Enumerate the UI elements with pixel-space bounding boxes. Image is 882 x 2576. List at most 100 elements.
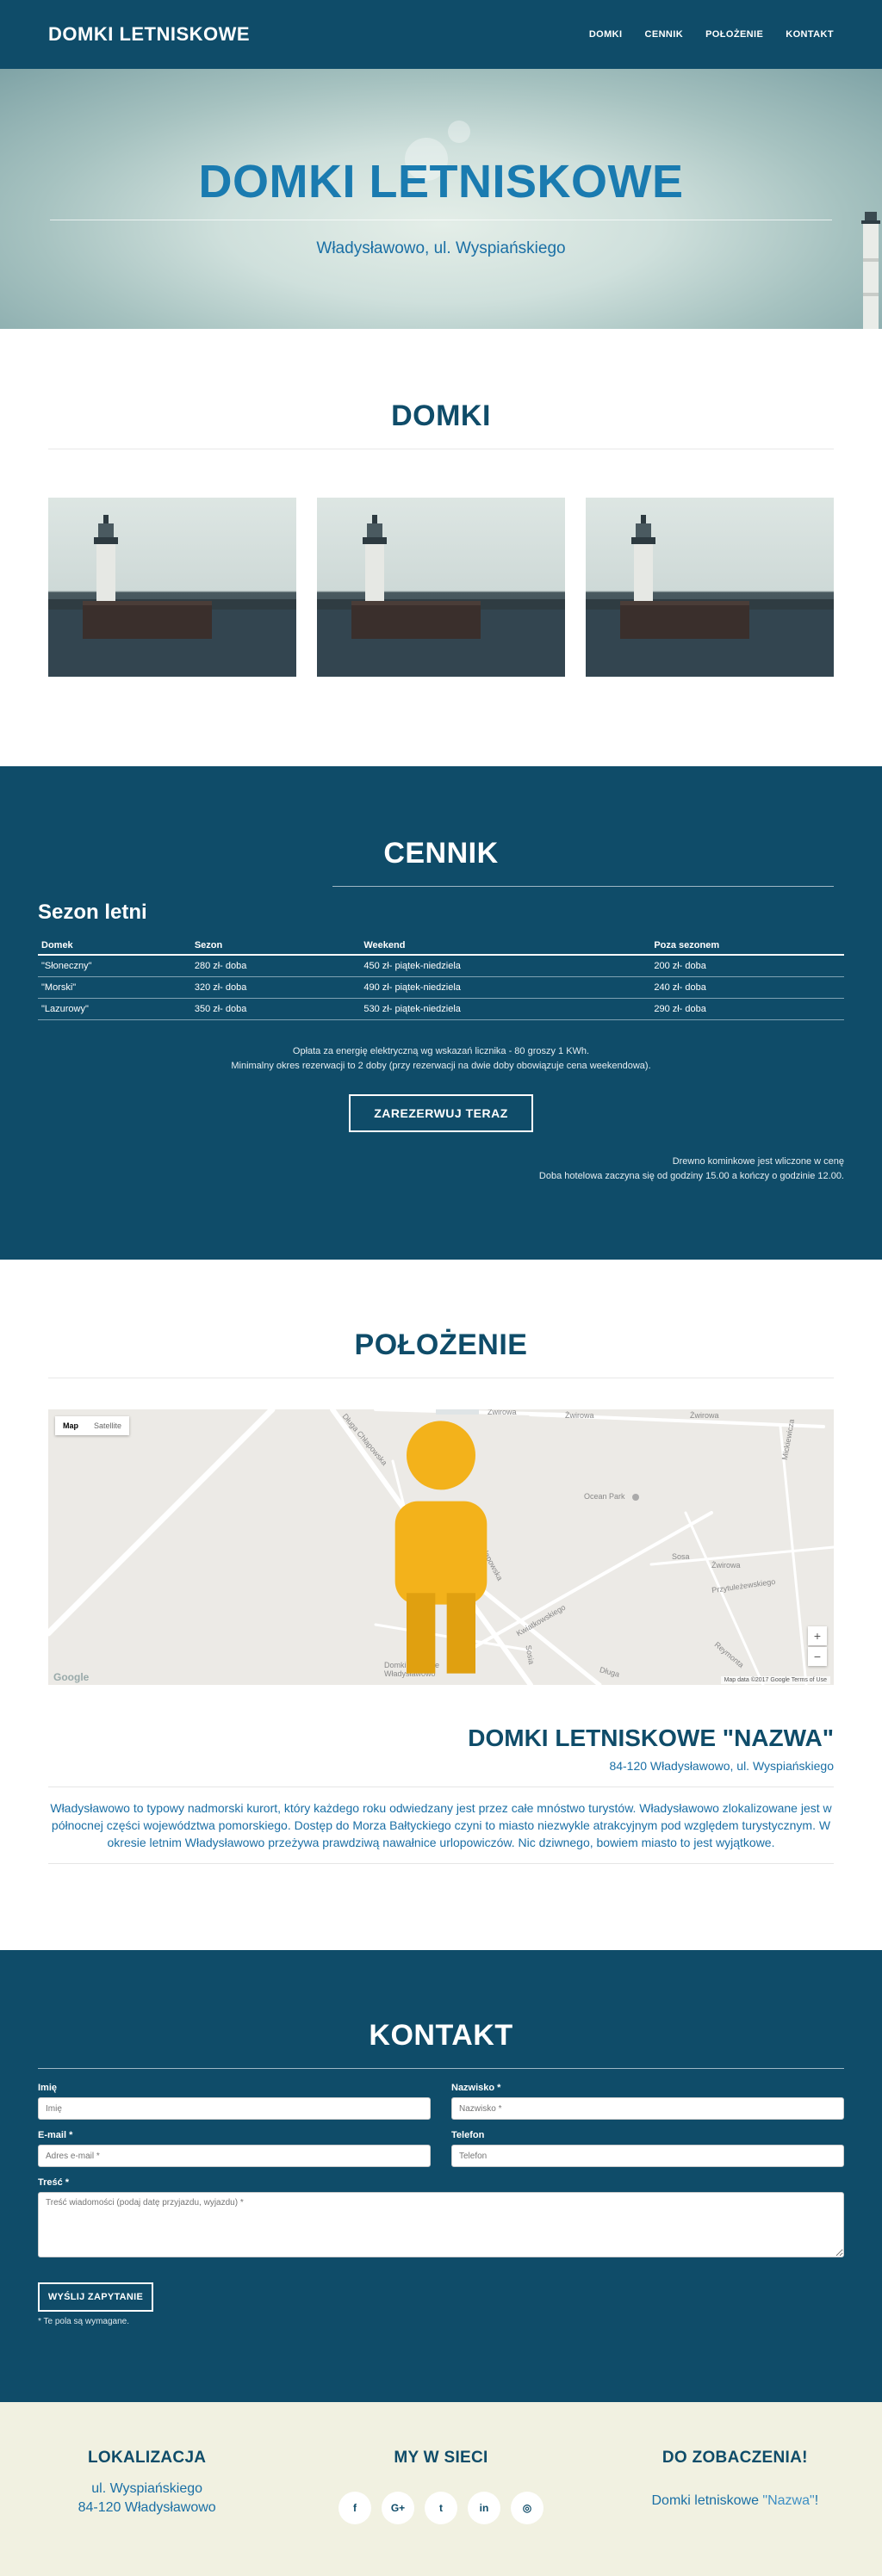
contact-form: Imię Nazwisko * E-mail * Telefon — [38, 2083, 844, 2177]
table-cell: "Słoneczny" — [38, 955, 191, 977]
column-header: Weekend — [360, 937, 651, 956]
cottage-photo-1[interactable] — [48, 498, 296, 677]
email-group: E-mail * — [38, 2130, 431, 2167]
first-name-field[interactable] — [38, 2097, 431, 2120]
extra-notes: Drewno kominkowe jest wliczone w cenę Do… — [38, 1155, 844, 1184]
main-nav: DOMKI CENNIK POŁOŻENIE KONTAKT — [589, 29, 834, 40]
facebook-icon[interactable]: f — [338, 2492, 371, 2524]
send-inquiry-button[interactable]: WYŚLIJ ZAPYTANIE — [38, 2282, 153, 2312]
photo-gallery — [48, 498, 834, 677]
footer-address: ul. Wyspiańskiego 84-120 Władysławowo — [0, 2480, 294, 2517]
table-cell: 490 zł- piątek-niedziela — [360, 976, 651, 999]
section-title-kontakt: KONTAKT — [369, 2019, 513, 2052]
table-cell: 350 zł- doba — [190, 998, 361, 1020]
footer-goodbye-text: Domki letniskowe "Nazwa"! — [588, 2493, 882, 2509]
poi-title: DOMKI LETNISKOWE "NAZWA" — [468, 1725, 834, 1751]
brand-logo[interactable]: DOMKI LETNISKOWE — [48, 23, 250, 46]
price-notes: Opłata za energię elektryczną wg wskazań… — [38, 1044, 844, 1074]
table-cell: 200 zł- doba — [650, 955, 844, 977]
address-line: ul. Wyspiańskiego — [91, 2481, 203, 2496]
section-cennik: CENNIK Sezon letni Domek Sezon Weekend P… — [0, 766, 882, 1260]
section-title-cennik: CENNIK — [383, 837, 499, 870]
google-logo: Google — [53, 1671, 90, 1683]
message-field[interactable] — [38, 2192, 844, 2257]
note-line: Opłata za energię elektryczną wg wskazań… — [292, 1046, 590, 1056]
lighthouse-image — [586, 515, 834, 677]
table-cell: 280 zł- doba — [190, 955, 361, 977]
lighthouse-image — [861, 212, 880, 329]
navbar: DOMKI LETNISKOWE DOMKI CENNIK POŁOŻENIE … — [0, 0, 882, 69]
last-name-label: Nazwisko * — [451, 2083, 501, 2093]
footer-location-title: LOKALIZACJA — [87, 2449, 207, 2467]
table-row: "Morski" 320 zł- doba 490 zł- piątek-nie… — [38, 976, 844, 999]
section-polozenie: POŁOŻENIE Map Satellite Żwirowa Żwirowa … — [0, 1260, 882, 1950]
footer-location: LOKALIZACJA ul. Wyspiańskiego 84-120 Wła… — [0, 2449, 294, 2576]
zoom-in-button[interactable]: + — [808, 1626, 827, 1645]
season-title: Sezon letni — [38, 901, 147, 924]
location-description: Władysławowo to typowy nadmorski kurort,… — [50, 1801, 832, 1849]
goodbye-name: "Nazwa" — [762, 2493, 815, 2508]
twitter-icon[interactable]: t — [424, 2492, 457, 2524]
table-header-row: Domek Sezon Weekend Poza sezonem — [38, 937, 844, 956]
note-line: Minimalny okres rezerwacji to 2 doby (pr… — [231, 1061, 651, 1071]
zoom-out-button[interactable]: − — [808, 1647, 827, 1666]
table-cell: 290 zł- doba — [650, 998, 844, 1020]
footer: LOKALIZACJA ul. Wyspiańskiego 84-120 Wła… — [0, 2402, 882, 2576]
column-header: Domek — [38, 937, 191, 956]
table-cell: 320 zł- doba — [190, 976, 361, 999]
street-view-pegman-icon[interactable] — [48, 1409, 834, 1685]
nav-link-cennik[interactable]: CENNIK — [644, 29, 683, 40]
required-fields-note: * Te pola są wymagane. — [38, 2317, 129, 2326]
address-line: 84-120 Władysławowo — [78, 2500, 216, 2515]
goodbye-text: Domki letniskowe — [651, 2493, 763, 2508]
nav-link-domki[interactable]: DOMKI — [589, 29, 623, 40]
message-label: Treść * — [38, 2177, 70, 2188]
divider — [48, 1863, 834, 1864]
footer-social-title: MY W SIECI — [394, 2449, 488, 2467]
note-line: Doba hotelowa zaczyna się od godziny 15.… — [538, 1171, 844, 1181]
section-kontakt: KONTAKT Imię Nazwisko * E-mail * Telefon… — [0, 1950, 882, 2402]
section-domki: DOMKI — [0, 329, 882, 766]
hero-bokeh — [448, 121, 470, 143]
last-name-group: Nazwisko * — [451, 2083, 844, 2120]
column-header: Sezon — [190, 937, 361, 956]
google-map[interactable]: Map Satellite Żwirowa Żwirowa Żwirowa Dł… — [48, 1409, 834, 1685]
note-line: Drewno kominkowe jest wliczone w cenę — [672, 1156, 844, 1167]
message-group: Treść * — [38, 2177, 844, 2262]
first-name-group: Imię — [38, 2083, 431, 2120]
table-cell: 240 zł- doba — [650, 976, 844, 999]
dribbble-icon[interactable]: ◎ — [510, 2492, 543, 2524]
divider — [38, 2068, 844, 2069]
lighthouse-image — [48, 515, 296, 677]
google-plus-icon[interactable]: G+ — [381, 2492, 414, 2524]
cottage-photo-3[interactable] — [586, 498, 834, 677]
social-links: f G+ t in ◎ — [294, 2492, 587, 2524]
linkedin-icon[interactable]: in — [467, 2492, 500, 2524]
nav-link-polozenie[interactable]: POŁOŻENIE — [705, 29, 763, 40]
phone-group: Telefon — [451, 2130, 844, 2167]
phone-field[interactable] — [451, 2145, 844, 2167]
hero-banner: DOMKI LETNISKOWE Władysławowo, ul. Wyspi… — [0, 69, 882, 329]
price-table: Domek Sezon Weekend Poza sezonem "Słonec… — [38, 937, 844, 1020]
email-field[interactable] — [38, 2145, 431, 2167]
nav-link-kontakt[interactable]: KONTAKT — [786, 29, 834, 40]
hero-title: DOMKI LETNISKOWE — [198, 156, 684, 207]
section-title-domki: DOMKI — [391, 399, 491, 432]
table-cell: "Morski" — [38, 976, 191, 999]
hero-subtitle: Władysławowo, ul. Wyspiańskiego — [316, 239, 566, 257]
footer-goodbye-title: DO ZOBACZENIA! — [662, 2449, 808, 2467]
table-row: "Słoneczny" 280 zł- doba 450 zł- piątek-… — [38, 955, 844, 977]
table-cell: "Lazurowy" — [38, 998, 191, 1020]
lighthouse-image — [317, 515, 565, 677]
map-attribution[interactable]: Map data ©2017 Google Terms of Use — [720, 1676, 830, 1684]
email-label: E-mail * — [38, 2130, 73, 2140]
last-name-field[interactable] — [451, 2097, 844, 2120]
cottage-photo-2[interactable] — [317, 498, 565, 677]
footer-social: MY W SIECI f G+ t in ◎ — [294, 2449, 587, 2576]
goodbye-end: ! — [814, 2493, 819, 2508]
table-cell: 530 zł- piątek-niedziela — [360, 998, 651, 1020]
reserve-button[interactable]: ZAREZERWUJ TERAZ — [349, 1094, 533, 1132]
section-title-polozenie: POŁOŻENIE — [354, 1328, 528, 1361]
phone-label: Telefon — [451, 2130, 485, 2140]
table-row: "Lazurowy" 350 zł- doba 530 zł- piątek-n… — [38, 998, 844, 1020]
